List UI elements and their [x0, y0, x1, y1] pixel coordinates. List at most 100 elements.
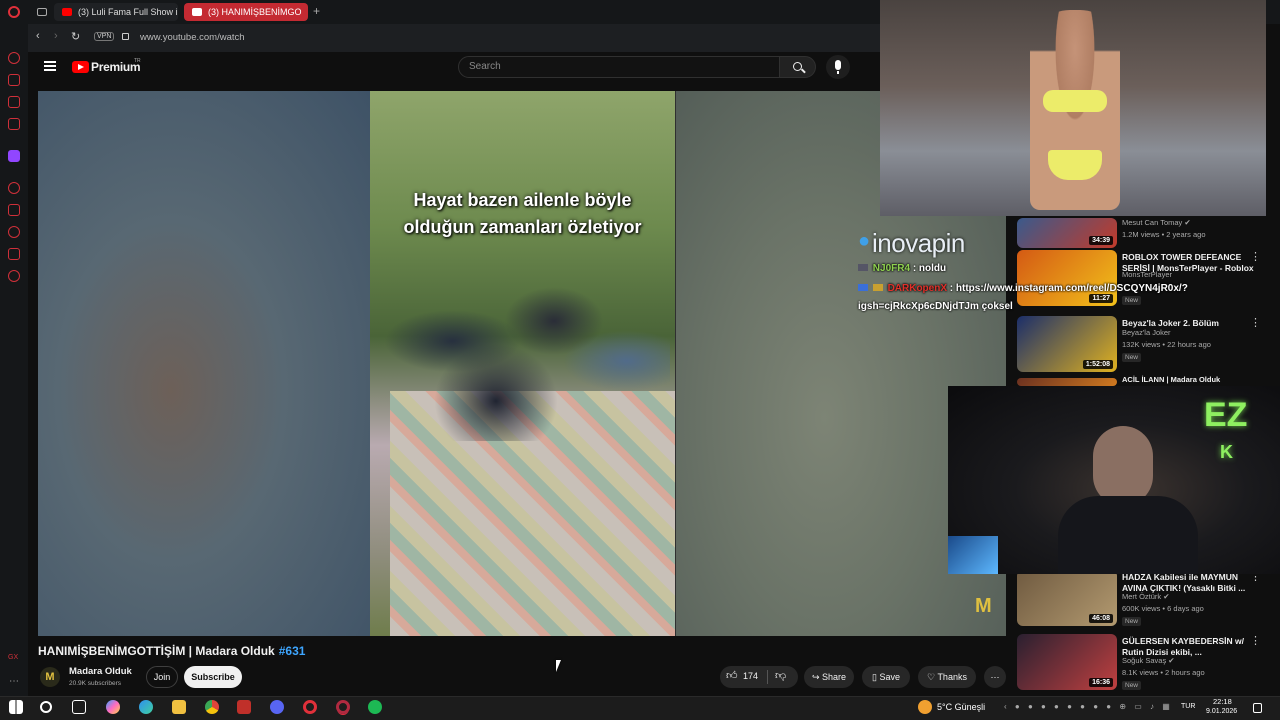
share-button[interactable]: ↪ Share — [804, 666, 854, 688]
more-options-icon[interactable]: ⋮ — [1250, 252, 1261, 263]
neon-sign-2: K — [1220, 442, 1233, 462]
new-badge: New — [1122, 617, 1142, 626]
streamer-webcam-overlay: EZ K — [948, 386, 1280, 574]
youtube-logo-text: Premium — [91, 60, 141, 74]
reload-icon[interactable]: ↻ — [71, 30, 80, 43]
save-button[interactable]: ▯ Save — [862, 666, 910, 688]
chat-text: : noldu — [912, 263, 947, 274]
task-view-icon[interactable] — [72, 700, 86, 714]
recommendation-channel[interactable]: Mesut Can Tomay ✔ — [1122, 218, 1191, 227]
more-actions-button[interactable]: ⋯ — [984, 666, 1006, 688]
chrome-icon[interactable] — [205, 700, 219, 714]
video-frame[interactable]: Hayat bazen ailenle böyle olduğun zamanl… — [370, 91, 675, 636]
new-tab-button[interactable]: + — [313, 4, 320, 18]
family-group — [380, 241, 670, 441]
recommendation-thumbnail[interactable] — [1017, 378, 1117, 386]
blurred-background-left — [38, 91, 370, 636]
clock-date[interactable]: 9.01.2026 — [1206, 707, 1237, 716]
twitch-icon[interactable] — [8, 150, 20, 162]
sidebar-mail-icon[interactable] — [8, 118, 20, 130]
like-button[interactable]: 👍︎ 174 — [724, 669, 764, 685]
sidebar-downloads-icon[interactable] — [8, 248, 20, 260]
url-field[interactable]: www.youtube.com/watch — [140, 32, 245, 43]
youtube-icon — [62, 8, 72, 16]
vpn-badge[interactable]: VPN — [94, 32, 115, 41]
subscribe-button[interactable]: Subscribe — [184, 666, 242, 688]
recommendation-title[interactable]: ACİL İLANN | Madara Olduk — [1122, 374, 1262, 385]
forward-icon[interactable]: › — [54, 30, 58, 42]
recommendation-card[interactable]: 1:52:08 Beyaz'la Joker 2. Bölüm Beyaz'la J… — [1017, 316, 1273, 376]
recommendation-channel[interactable]: MonsTerPlayer — [1122, 270, 1172, 279]
file-explorer-icon[interactable] — [172, 700, 186, 714]
copilot-icon[interactable] — [106, 700, 120, 714]
voicemeeter-icon[interactable] — [237, 700, 251, 714]
streamer-face — [1093, 426, 1153, 506]
opera-sidebar: GX ⋯ — [0, 24, 28, 696]
workspaces-icon[interactable] — [37, 8, 47, 16]
notification-icon[interactable] — [1253, 703, 1262, 713]
sidebar-bookmarks-icon[interactable] — [8, 204, 20, 216]
recommendation-card[interactable]: 11:27 ROBLOX TOWER DEFEANCE SERİSİ | Mons… — [1017, 250, 1273, 310]
search-input[interactable]: Search — [458, 56, 780, 78]
tray-icons[interactable]: ‹ ● ● ● ● ● ● ● ● ⊕ ▭ ♪ ▦ — [1004, 700, 1173, 714]
search-button[interactable] — [779, 56, 816, 78]
sidebar-history-icon[interactable] — [8, 226, 20, 238]
spotify-icon[interactable] — [368, 700, 382, 714]
recommendation-meta: 1.2M views • 2 years ago — [1122, 230, 1206, 239]
search-taskbar-icon[interactable] — [40, 701, 52, 713]
recommendation-thumbnail[interactable]: 16:36 — [1017, 634, 1117, 690]
mic-button[interactable] — [826, 55, 850, 79]
recommendation-channel[interactable]: Soğuk Savaş ✔ — [1122, 656, 1175, 665]
heart-dollar-icon: ♡ — [927, 672, 938, 682]
opera-icon[interactable] — [303, 700, 317, 714]
weather-text[interactable]: 5°C Güneşli — [937, 700, 985, 714]
opera-logo-icon[interactable] — [8, 6, 20, 18]
save-label: Save — [879, 672, 900, 682]
video-duration: 11:27 — [1089, 294, 1113, 303]
chat-message: DARKopenX : https://www.instagram.com/re… — [858, 283, 1188, 294]
video-hashtag[interactable]: #631 — [279, 644, 306, 658]
recommendation-thumbnail[interactable]: 46:08 — [1017, 570, 1117, 626]
neon-light-bar — [948, 536, 998, 574]
opera-gx-icon[interactable] — [336, 700, 350, 714]
sidebar-gx-icon[interactable]: GX — [8, 654, 18, 661]
recommendation-card[interactable]: 16:36 GÜLERSEN KAYBEDERSİN w/ Rutin Dizis… — [1017, 634, 1273, 694]
dislike-button[interactable]: 👎︎ — [772, 669, 792, 685]
yellow-bikini-bottom — [1048, 150, 1102, 180]
inovapin-brand: inovapin — [872, 228, 965, 258]
edge-icon[interactable] — [139, 700, 153, 714]
new-badge: New — [1122, 681, 1142, 690]
sidebar-tasks-icon[interactable] — [8, 74, 20, 86]
badge-icon — [872, 284, 883, 291]
weather-icon[interactable] — [918, 700, 932, 714]
recommendation-channel[interactable]: Beyaz'la Joker — [1122, 328, 1171, 337]
tab-hanimisbenimgo[interactable]: (3) HANIMİŞBENİMGO — [184, 3, 308, 21]
language-indicator[interactable]: TUR — [1181, 700, 1195, 714]
start-icon[interactable] — [9, 700, 23, 714]
caption-line-2: olduğun zamanları özletiyor — [403, 217, 642, 237]
sidebar-player-icon[interactable] — [8, 182, 20, 194]
recommendation-thumbnail[interactable]: 1:52:08 — [1017, 316, 1117, 372]
sidebar-settings-icon[interactable] — [8, 270, 20, 282]
clock-time[interactable]: 22:18 — [1213, 697, 1232, 706]
channel-watermark[interactable]: M — [975, 595, 992, 618]
recommendation-title[interactable]: HADZA Kabilesi ile MAYMUN AVINA ÇIKTIK! … — [1122, 572, 1262, 594]
back-icon[interactable]: ‹ — [36, 30, 40, 42]
chat-text: : https://www.instagram.com/reel/DSCQYN4… — [949, 283, 1188, 294]
more-options-icon[interactable]: ⋮ — [1250, 636, 1261, 647]
tab-luli-fama[interactable]: (3) Luli Fama Full Show in — [54, 3, 178, 21]
thanks-button[interactable]: ♡ Thanks — [918, 666, 976, 688]
sidebar-aria-icon[interactable] — [8, 52, 20, 64]
channel-name[interactable]: Madara Olduk — [69, 666, 132, 677]
recommendation-channel[interactable]: Mert Öztürk ✔ — [1122, 592, 1170, 601]
discord-icon[interactable] — [270, 700, 284, 714]
recommendation-title[interactable]: GÜLERSEN KAYBEDERSİN w/ Rutin Dizisi eki… — [1122, 636, 1262, 658]
menu-icon[interactable] — [44, 61, 56, 71]
sidebar-messenger-icon[interactable] — [8, 96, 20, 108]
chat-username: NJ0FR4 — [872, 263, 911, 274]
more-options-icon[interactable]: ⋮ — [1250, 318, 1261, 329]
join-button[interactable]: Join — [146, 666, 178, 688]
sidebar-more-icon[interactable]: ⋯ — [9, 676, 19, 687]
channel-avatar[interactable]: M — [40, 667, 60, 687]
recommendation-card[interactable]: 46:08 HADZA Kabilesi ile MAYMUN AVINA ÇIK… — [1017, 570, 1273, 630]
